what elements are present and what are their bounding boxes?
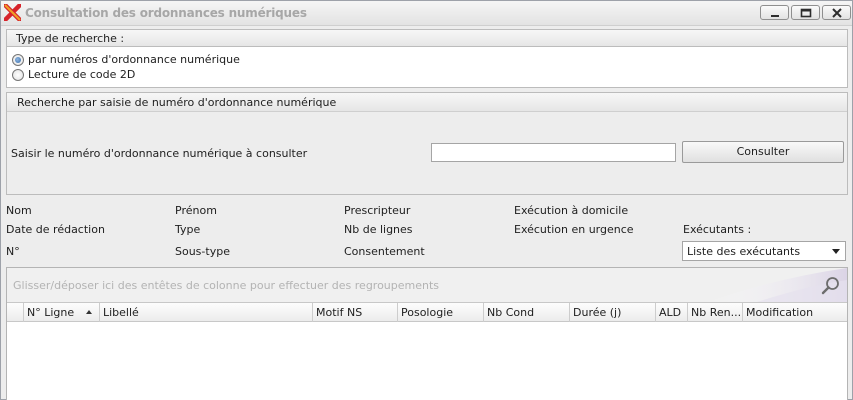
prenom-label: Prénom bbox=[175, 204, 217, 217]
column-header-label: Durée (j) bbox=[573, 306, 622, 319]
dropdown-arrow-icon[interactable] bbox=[832, 249, 840, 254]
nb-lignes-label: Nb de lignes bbox=[344, 223, 413, 236]
column-headers: N° Ligne Libellé Motif NS Posologie Nb C… bbox=[7, 302, 847, 322]
prescripteur-label: Prescripteur bbox=[344, 204, 411, 217]
nom-label: Nom bbox=[6, 204, 32, 217]
window: Consultation des ordonnances numériques … bbox=[0, 0, 853, 400]
sous-type-label: Sous-type bbox=[175, 245, 230, 258]
column-header-ald[interactable]: ALD bbox=[656, 303, 688, 322]
window-title: Consultation des ordonnances numériques bbox=[25, 6, 307, 20]
column-header-label: Nb Ren... bbox=[691, 306, 742, 319]
prescription-info-panel: Nom Prénom Prescripteur Exécution à domi… bbox=[1, 197, 852, 267]
title-bar[interactable]: Consultation des ordonnances numériques bbox=[1, 1, 852, 26]
radio-label-code2d: Lecture de code 2D bbox=[28, 68, 136, 81]
maximize-button[interactable] bbox=[791, 5, 820, 20]
group-by-hint: Glisser/déposer ici des entêtes de colon… bbox=[13, 279, 440, 292]
numero-label: N° bbox=[6, 245, 20, 258]
minimize-icon bbox=[771, 15, 779, 17]
column-header-label: Modification bbox=[746, 306, 814, 319]
consentement-label: Consentement bbox=[344, 245, 425, 258]
numero-input[interactable] bbox=[431, 143, 676, 162]
column-header-label: Libellé bbox=[103, 306, 139, 319]
radio-label-numero: par numéros d'ordonnance numérique bbox=[28, 53, 240, 66]
group-by-panel[interactable]: Glisser/déposer ici des entêtes de colon… bbox=[7, 268, 847, 302]
execution-urgence-label: Exécution en urgence bbox=[514, 223, 634, 236]
column-header-nb-ren[interactable]: Nb Ren... bbox=[688, 303, 743, 322]
column-header-modification[interactable]: Modification bbox=[743, 303, 847, 322]
sort-ascending-icon bbox=[86, 310, 92, 314]
minimize-button[interactable] bbox=[760, 5, 789, 20]
close-button[interactable] bbox=[822, 5, 851, 20]
radio-checked-icon[interactable] bbox=[12, 53, 24, 66]
search-by-number-group: Recherche par saisie de numéro d'ordonna… bbox=[6, 92, 848, 195]
column-header-libelle[interactable]: Libellé bbox=[100, 303, 313, 322]
decorative-swoosh bbox=[707, 268, 847, 302]
app-icon bbox=[4, 4, 21, 21]
column-header-posologie[interactable]: Posologie bbox=[398, 303, 484, 322]
column-header-motif-ns[interactable]: Motif NS bbox=[313, 303, 398, 322]
executants-label: Exécutants : bbox=[683, 223, 752, 236]
executants-dropdown[interactable]: Liste des exécutants bbox=[682, 241, 846, 261]
column-header-label: Posologie bbox=[401, 306, 454, 319]
maximize-icon bbox=[800, 8, 812, 18]
column-header-duree[interactable]: Durée (j) bbox=[570, 303, 656, 322]
type-label: Type bbox=[175, 223, 201, 236]
column-header-label: Motif NS bbox=[316, 306, 363, 319]
column-header-label: ALD bbox=[659, 306, 682, 319]
execution-domicile-label: Exécution à domicile bbox=[514, 204, 629, 217]
date-redaction-label: Date de rédaction bbox=[6, 223, 105, 236]
search-type-header: Type de recherche : bbox=[6, 29, 848, 47]
executants-dropdown-value: Liste des exécutants bbox=[687, 245, 801, 258]
radio-option-numero[interactable]: par numéros d'ordonnance numérique bbox=[12, 53, 240, 66]
search-type-title: Type de recherche : bbox=[16, 32, 125, 45]
column-header-label: Nb Cond bbox=[487, 306, 535, 319]
search-type-panel: par numéros d'ordonnance numérique Lectu… bbox=[6, 47, 848, 88]
consulter-button[interactable]: Consulter bbox=[682, 141, 844, 163]
search-by-number-title: Recherche par saisie de numéro d'ordonna… bbox=[17, 96, 337, 109]
radio-unchecked-icon[interactable] bbox=[12, 68, 24, 81]
column-header-nb-cond[interactable]: Nb Cond bbox=[484, 303, 570, 322]
search-by-number-header: Recherche par saisie de numéro d'ordonna… bbox=[7, 93, 847, 112]
column-header-indicator[interactable] bbox=[7, 303, 24, 322]
search-icon[interactable] bbox=[821, 276, 841, 296]
close-icon bbox=[832, 8, 842, 18]
column-header-label: N° Ligne bbox=[27, 306, 75, 319]
numero-field-label: Saisir le numéro d'ordonnance numérique … bbox=[11, 147, 308, 160]
lines-grid[interactable]: Glisser/déposer ici des entêtes de colon… bbox=[6, 267, 848, 400]
radio-option-code2d[interactable]: Lecture de code 2D bbox=[12, 68, 135, 81]
column-header-no-ligne[interactable]: N° Ligne bbox=[24, 303, 100, 322]
